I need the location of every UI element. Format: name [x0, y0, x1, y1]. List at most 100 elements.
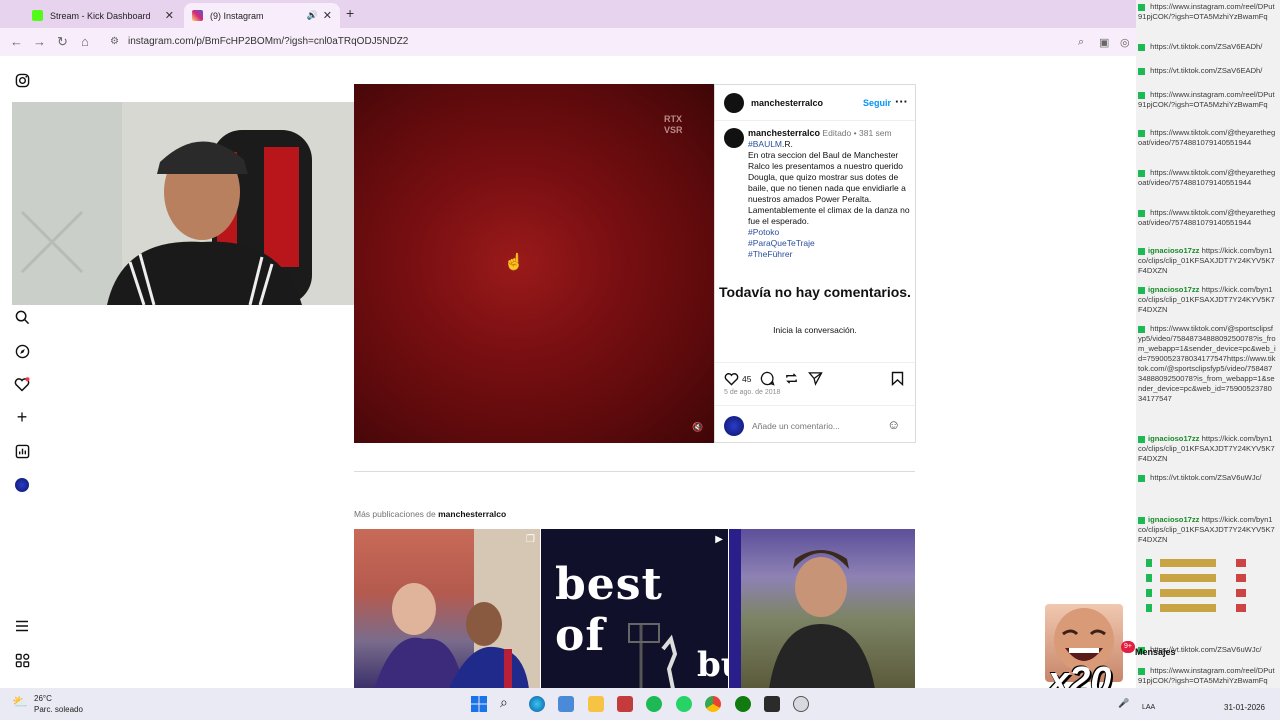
thumbnail-image: [374, 529, 540, 689]
section-divider: [354, 471, 915, 472]
kick-favicon-icon: [32, 10, 43, 21]
comment-icon[interactable]: [760, 371, 776, 386]
stream-chat-overlay: https://www.instagram.com/reel/DPut91pjC…: [1136, 0, 1280, 688]
weather-widget[interactable]: 26°C Parc. soleado: [34, 693, 83, 715]
chat-emote-rows: [1136, 555, 1280, 635]
obs-icon[interactable]: [793, 696, 809, 712]
chat-message: https://www.tiktok.com/@theyaretheg oat/…: [1138, 208, 1276, 228]
site-info-icon[interactable]: ⚙: [110, 36, 119, 47]
close-tab-icon[interactable]: ✕: [165, 9, 174, 22]
like-count[interactable]: 45: [742, 374, 751, 384]
profile-icon[interactable]: [13, 476, 31, 494]
chat-message: ignacioso17zz https://kick.com/byn1co/cl…: [1138, 246, 1276, 276]
reload-icon[interactable]: ↻: [57, 34, 68, 50]
thumbnail-image: [729, 529, 875, 689]
chrome-icon[interactable]: [705, 696, 721, 712]
comment-input[interactable]: Añade un comentario...: [752, 421, 840, 431]
back-icon[interactable]: ←: [10, 34, 23, 49]
current-user-avatar: [724, 416, 744, 436]
search-icon[interactable]: [13, 308, 31, 326]
spotify-icon[interactable]: [646, 696, 662, 712]
hide-icon[interactable]: ◎: [1120, 36, 1130, 49]
app-g-icon[interactable]: [764, 696, 780, 712]
file-explorer-icon[interactable]: [588, 696, 604, 712]
microphone-icon[interactable]: 🎤: [1118, 698, 1129, 709]
windows-taskbar: [0, 688, 1280, 720]
store-icon[interactable]: [558, 696, 574, 712]
audio-playing-icon[interactable]: 🔊: [307, 10, 318, 21]
chat-text: https://www.instagram.com/reel/DPut91pjC…: [1138, 90, 1275, 109]
weather-icon[interactable]: ⛅: [12, 694, 28, 710]
chat-message: https://www.tiktok.com/@sportsclipsfyp5/…: [1138, 324, 1276, 404]
menu-icon[interactable]: [13, 617, 31, 635]
more-posts-author[interactable]: manchesterralco: [438, 509, 506, 519]
xbox-icon[interactable]: [735, 696, 751, 712]
hashtag-link[interactable]: #TheFührer: [748, 249, 910, 260]
url-field[interactable]: instagram.com/p/BmFcHP2BOMm/?igsh=cnl0aT…: [128, 33, 1028, 51]
explore-icon[interactable]: [13, 342, 31, 360]
heart-icon[interactable]: [13, 375, 31, 393]
clock-date[interactable]: 31-01-2026: [1224, 703, 1265, 712]
cursor-icon: ☝: [504, 254, 524, 271]
more-options-icon[interactable]: ···: [895, 94, 908, 109]
language-indicator[interactable]: LAA: [1142, 704, 1155, 711]
more-posts-prefix: Más publicaciones de: [354, 509, 436, 519]
chat-text: https://vt.tiktok.com/ZSaV6uWJc/: [1150, 473, 1262, 482]
watermark-line: VSR: [664, 125, 683, 135]
chat-username: ignacioso17zz: [1148, 246, 1200, 255]
post-thumbnail[interactable]: ❐: [354, 529, 540, 689]
author-avatar[interactable]: [724, 93, 744, 113]
post-thumbnail[interactable]: [729, 529, 915, 689]
tab-bar: Stream - Kick Dashboard ✕ (9) Instagram …: [0, 0, 1136, 28]
author-username[interactable]: manchesterralco: [751, 98, 823, 108]
chat-text: https://www.tiktok.com/@theyaretheg oat/…: [1138, 208, 1276, 227]
threads-icon[interactable]: [13, 651, 31, 669]
chat-text: https://vt.tiktok.com/ZSaV6EADh/: [1150, 42, 1263, 51]
save-icon[interactable]: [891, 371, 904, 386]
zoom-icon[interactable]: ⌕: [1078, 36, 1084, 49]
mute-icon[interactable]: 🔇: [692, 422, 703, 433]
caption-username[interactable]: manchesterralco: [748, 128, 820, 138]
post-video[interactable]: RTX VSR ☝ 🔇: [354, 84, 714, 443]
instagram-icon[interactable]: [13, 71, 31, 89]
new-tab-icon[interactable]: +: [346, 5, 354, 21]
follow-button[interactable]: Seguir: [863, 98, 891, 108]
chat-message: ignacioso17zz https://kick.com/byn1co/cl…: [1138, 515, 1276, 545]
emoji-icon[interactable]: ☺: [887, 417, 900, 432]
instagram-favicon-icon: [192, 10, 203, 21]
stats-icon[interactable]: [13, 442, 31, 460]
hashtag-link[interactable]: #ParaQueTeTraje: [748, 238, 910, 249]
chat-text: https://www.tiktok.com/@sportsclipsfyp5/…: [1138, 324, 1276, 403]
tab-instagram[interactable]: (9) Instagram 🔊 ✕: [184, 3, 340, 28]
tab-kick-dashboard[interactable]: Stream - Kick Dashboard ✕: [24, 3, 182, 28]
share-icon[interactable]: [808, 371, 824, 386]
post-header: manchesterralco: [724, 93, 823, 113]
taskbar-search-icon[interactable]: ⌕: [500, 694, 508, 711]
actions-divider: [715, 362, 915, 363]
like-icon[interactable]: [724, 372, 739, 386]
hashtag-link[interactable]: #Potoko: [748, 227, 910, 238]
meta-separator: •: [853, 128, 857, 138]
start-icon[interactable]: [471, 696, 487, 712]
install-app-icon[interactable]: ▣: [1099, 36, 1109, 49]
close-tab-icon[interactable]: ✕: [323, 9, 332, 22]
photos-icon[interactable]: [617, 696, 633, 712]
home-icon[interactable]: ⌂: [81, 34, 89, 49]
post-panel: manchesterralco Seguir ··· manchesterral…: [714, 84, 916, 443]
post-date: 5 de ago. de 2018: [724, 389, 781, 396]
edge-icon[interactable]: [529, 696, 545, 712]
chat-message: https://vt.tiktok.com/ZSaV6EADh/: [1138, 42, 1276, 52]
messages-label[interactable]: Mensajes: [1135, 647, 1176, 657]
tab-title: (9) Instagram: [210, 10, 264, 21]
create-icon[interactable]: +: [13, 407, 31, 427]
repost-icon[interactable]: [784, 371, 799, 386]
hashtag-link[interactable]: #BAULM: [748, 139, 782, 149]
edited-label: Editado: [822, 128, 852, 138]
temperature: 26°C: [34, 694, 52, 703]
forward-icon[interactable]: →: [33, 34, 46, 49]
whatsapp-icon[interactable]: [676, 696, 692, 712]
post-thumbnail[interactable]: best of bu ▶: [541, 529, 728, 689]
caption-avatar[interactable]: [724, 128, 744, 151]
more-posts-heading: Más publicaciones de manchesterralco: [354, 509, 506, 519]
chat-message: https://www.instagram.com/reel/DPut91pjC…: [1138, 90, 1276, 110]
